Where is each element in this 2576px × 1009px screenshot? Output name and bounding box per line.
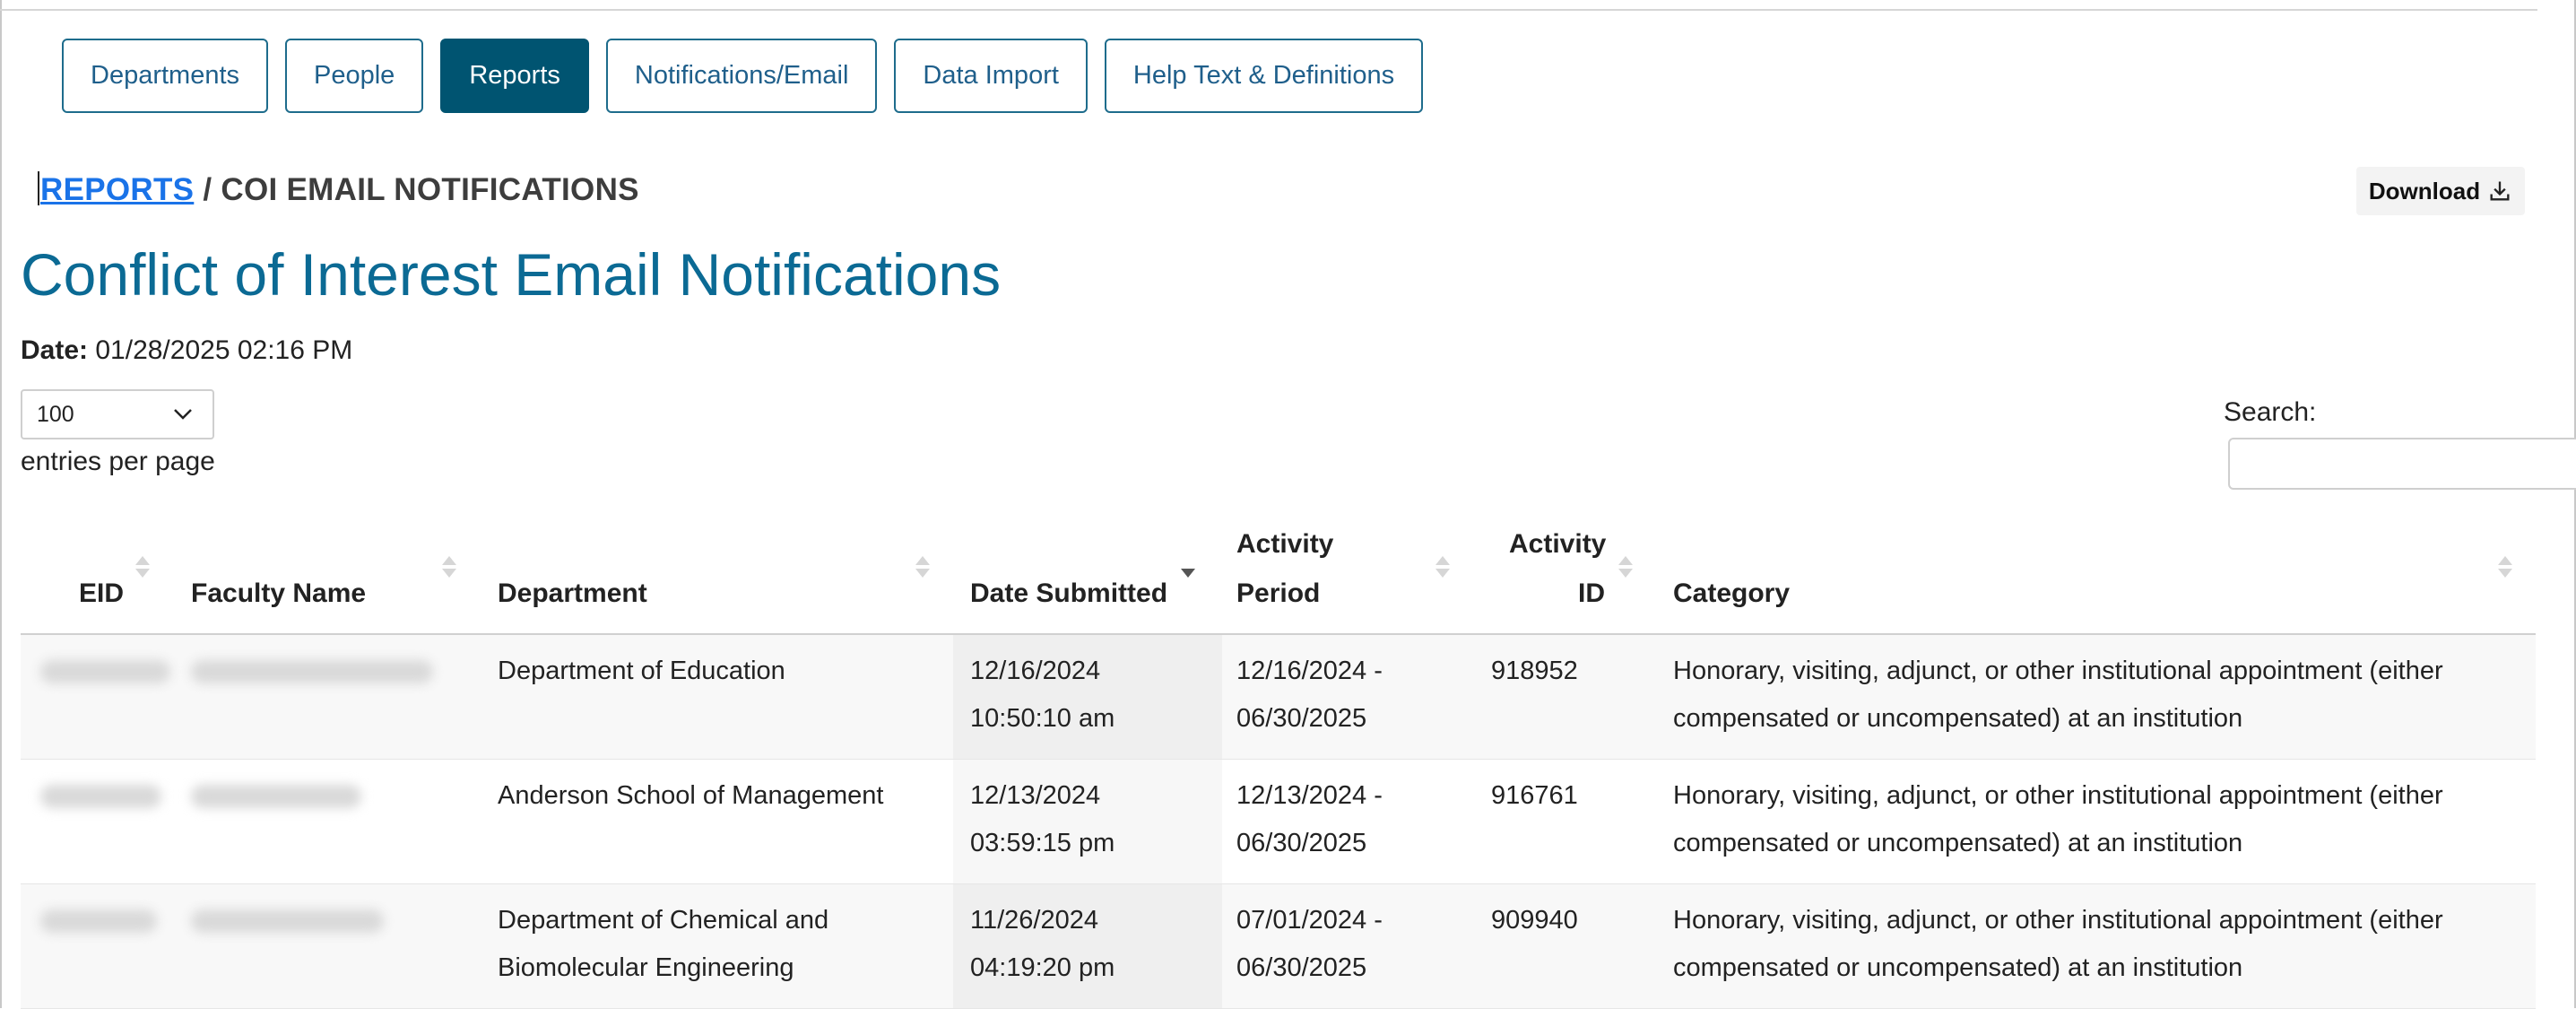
cell-activity-period: 07/01/2024 - 06/30/2025	[1236, 897, 1383, 992]
download-button[interactable]: Download	[2356, 167, 2525, 215]
cell-activity-period: 12/16/2024 - 06/30/2025	[1236, 648, 1383, 743]
cell-activity-id: 909940	[1491, 906, 1578, 935]
cell-date-submitted: 11/26/2024 04:19:20 pm	[970, 897, 1115, 992]
col-department-header[interactable]: Department	[498, 570, 647, 618]
sort-faculty-name-icon[interactable]	[442, 556, 456, 578]
breadcrumb-current: COI EMAIL NOTIFICATIONS	[221, 172, 639, 207]
cell-activity-period: 12/13/2024 - 06/30/2025	[1236, 772, 1383, 867]
breadcrumb-reports-link[interactable]: REPORTS	[40, 172, 194, 207]
cell-department: Anderson School of Management	[498, 772, 883, 820]
sort-department-icon[interactable]	[915, 556, 930, 578]
time-line: 03:59:15 pm	[970, 829, 1115, 857]
cell-activity-id: 916761	[1491, 781, 1578, 810]
col-activity-period-header-line2[interactable]: Period	[1236, 570, 1320, 618]
category-line: Honorary, visiting, adjunct, or other in…	[1673, 657, 2443, 685]
category-line: compensated or uncompensated) at an inst…	[1673, 704, 2243, 733]
period-end: 06/30/2025	[1236, 829, 1367, 857]
sort-eid-icon[interactable]	[135, 556, 150, 578]
entries-per-page-select[interactable]: 100	[21, 389, 214, 439]
entries-selected-value: 100	[37, 401, 74, 427]
department-line: Anderson School of Management	[498, 781, 884, 810]
sort-category-icon[interactable]	[2498, 556, 2512, 578]
breadcrumb-separator: /	[194, 172, 221, 207]
cell-date-submitted: 12/13/2024 03:59:15 pm	[970, 772, 1115, 867]
department-line: Biomolecular Engineering	[498, 953, 794, 982]
col-eid-header[interactable]: EID	[79, 570, 124, 618]
date-line: 11/26/2024	[970, 906, 1098, 935]
entries-per-page-label: entries per page	[21, 447, 215, 476]
download-icon	[2490, 181, 2510, 201]
download-label: Download	[2368, 177, 2481, 204]
main-nav: Departments People Reports Notifications…	[62, 39, 1424, 113]
redacted-eid	[40, 660, 170, 683]
redacted-eid	[40, 785, 161, 808]
nav-reports-button[interactable]: Reports	[440, 39, 589, 113]
category-line: Honorary, visiting, adjunct, or other in…	[1673, 906, 2443, 935]
category-line: compensated or uncompensated) at an inst…	[1673, 829, 2243, 857]
redacted-faculty-name	[191, 660, 433, 683]
date-line: 12/13/2024	[970, 781, 1101, 810]
notifications-table: EID Faculty Name Department Date Submitt…	[21, 520, 2536, 1009]
period-end: 06/30/2025	[1236, 953, 1367, 982]
category-line: compensated or uncompensated) at an inst…	[1673, 953, 2243, 982]
time-line: 10:50:10 am	[970, 704, 1115, 733]
nav-departments-button[interactable]: Departments	[62, 39, 269, 113]
period-start: 12/13/2024 -	[1236, 781, 1383, 810]
nav-notifications-email-button[interactable]: Notifications/Email	[605, 39, 878, 113]
period-start: 12/16/2024 -	[1236, 657, 1383, 685]
cell-department: Department of Chemical and Biomolecular E…	[498, 897, 828, 992]
department-line: Department of Education	[498, 657, 785, 685]
report-date: Date: 01/28/2025 02:16 PM	[21, 335, 352, 366]
col-faculty-name-header[interactable]: Faculty Name	[191, 570, 366, 618]
redacted-faculty-name	[191, 785, 361, 808]
sort-activity-period-icon[interactable]	[1435, 556, 1450, 578]
sort-activity-id-icon[interactable]	[1618, 556, 1633, 578]
table-row[interactable]: Anderson School of Management 12/13/2024…	[21, 760, 2536, 884]
col-activity-id-header-line1[interactable]: Activity	[1509, 520, 1606, 569]
cell-department: Department of Education	[498, 648, 785, 695]
col-activity-id-header-line2[interactable]: ID	[1578, 570, 1605, 618]
nav-help-text-button[interactable]: Help Text & Definitions	[1104, 39, 1424, 113]
search-input[interactable]	[2228, 438, 2576, 490]
date-line: 12/16/2024	[970, 657, 1101, 685]
col-date-submitted-header[interactable]: Date Submitted	[970, 570, 1167, 618]
nav-people-button[interactable]: People	[285, 39, 424, 113]
col-category-header[interactable]: Category	[1673, 570, 1790, 618]
search-label: Search:	[2224, 397, 2317, 427]
cell-category: Honorary, visiting, adjunct, or other in…	[1673, 897, 2443, 992]
period-start: 07/01/2024 -	[1236, 906, 1383, 935]
period-end: 06/30/2025	[1236, 704, 1367, 733]
col-activity-period-header-line1[interactable]: Activity	[1236, 520, 1333, 569]
category-line: Honorary, visiting, adjunct, or other in…	[1673, 781, 2443, 810]
cell-category: Honorary, visiting, adjunct, or other in…	[1673, 648, 2443, 743]
sort-date-submitted-desc-icon[interactable]	[1181, 556, 1195, 578]
cell-activity-id: 918952	[1491, 657, 1578, 685]
top-divider	[0, 9, 2537, 11]
department-line: Department of Chemical and	[498, 906, 829, 935]
cell-category: Honorary, visiting, adjunct, or other in…	[1673, 772, 2443, 867]
redacted-faculty-name	[191, 909, 384, 933]
time-line: 04:19:20 pm	[970, 953, 1115, 982]
breadcrumb: REPORTS / COI EMAIL NOTIFICATIONS	[38, 171, 639, 208]
date-value: 01/28/2025 02:16 PM	[95, 335, 353, 365]
redacted-eid	[40, 909, 157, 933]
table-header: EID Faculty Name Department Date Submitt…	[21, 520, 2536, 635]
table-row[interactable]: Department of Education 12/16/2024 10:50:…	[21, 635, 2536, 760]
date-label: Date:	[21, 335, 89, 365]
page-title: Conflict of Interest Email Notifications	[21, 241, 1002, 308]
cell-date-submitted: 12/16/2024 10:50:10 am	[970, 648, 1115, 743]
text-caret	[38, 171, 39, 205]
window-left-border	[0, 0, 2, 1008]
nav-data-import-button[interactable]: Data Import	[894, 39, 1088, 113]
chevron-down-icon	[174, 409, 192, 420]
table-row[interactable]: Department of Chemical and Biomolecular E…	[21, 884, 2536, 1009]
